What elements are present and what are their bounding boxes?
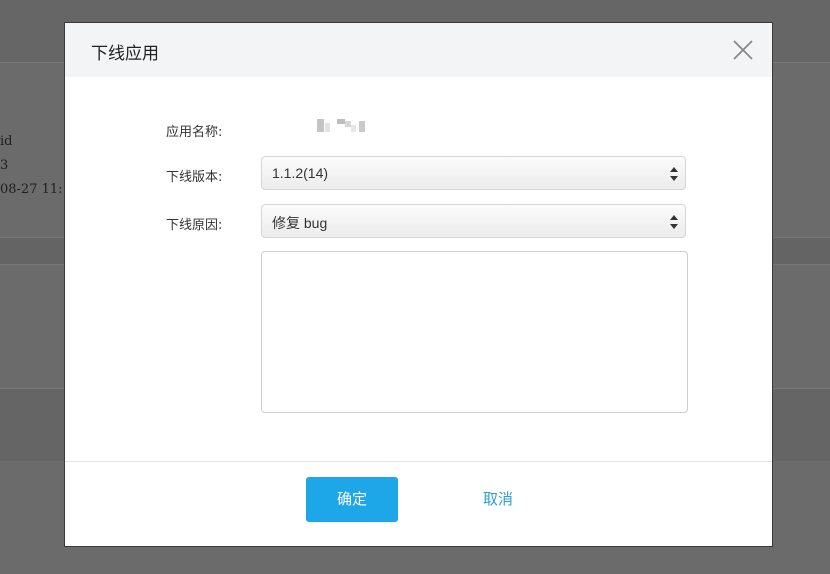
reason-select[interactable]: 修复 bug xyxy=(261,204,686,238)
background-text-line-2: 3 xyxy=(0,158,9,173)
dialog-header: 下线应用 xyxy=(65,23,772,77)
confirm-button[interactable]: 确定 xyxy=(306,477,398,522)
footer-divider xyxy=(65,461,772,462)
version-select[interactable]: 1.1.2(14) xyxy=(261,156,686,190)
cancel-button[interactable]: 取消 xyxy=(468,477,528,522)
close-button[interactable] xyxy=(732,39,754,61)
reason-detail-textarea[interactable] xyxy=(261,251,688,413)
select-arrows-icon xyxy=(670,167,678,181)
reason-select-value: 修复 bug xyxy=(272,215,328,231)
background-text-line-3: 08-27 11:1 xyxy=(0,182,71,197)
reason-label: 下线原因: xyxy=(166,218,223,233)
select-arrows-icon xyxy=(670,215,678,229)
close-icon xyxy=(733,40,753,60)
app-name-value-blurred xyxy=(317,119,367,133)
version-select-value: 1.1.2(14) xyxy=(272,165,329,181)
version-label: 下线版本: xyxy=(166,170,223,185)
app-name-label: 应用名称: xyxy=(166,125,223,140)
background-text-line-1: id xyxy=(0,134,13,149)
dialog-title: 下线应用 xyxy=(91,44,159,64)
offline-app-dialog: 下线应用 应用名称: 下线版本: 1.1.2(14) 下线原因: 修复 bug … xyxy=(64,22,773,547)
